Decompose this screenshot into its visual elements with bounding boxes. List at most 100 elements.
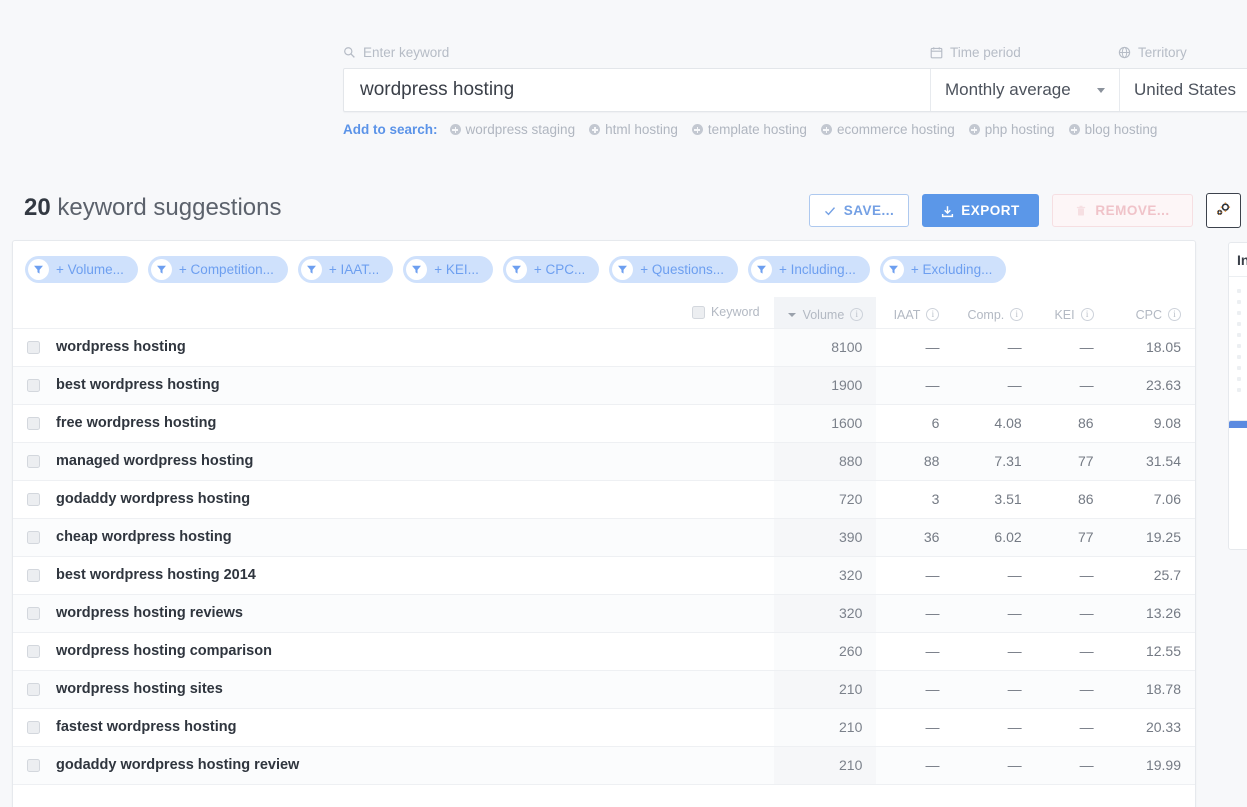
info-icon[interactable]: i [1168,308,1181,321]
placeholder-line [1237,377,1241,381]
filter-chip-iaat[interactable]: + IAAT... [297,256,394,283]
table-row[interactable]: cheap wordpress hosting 390 36 6.02 77 1… [13,518,1195,557]
table-row[interactable]: free wordpress hosting 1600 6 4.08 86 9.… [13,404,1195,443]
column-header-cpc[interactable]: CPC i [1107,297,1195,329]
filter-chip-cpc[interactable]: + CPC... [502,256,600,283]
cell-cpc: 18.05 [1107,328,1195,367]
column-header-cpc-label: CPC [1135,307,1162,322]
column-header-kei[interactable]: KEI i [1035,297,1108,329]
results-label: keyword suggestions [57,194,282,221]
select-all-checkbox[interactable] [691,305,705,319]
table-row[interactable]: fastest wordpress hosting 210 — — — 20.3… [13,708,1195,747]
filter-chip-volume[interactable]: + Volume... [25,256,138,283]
table-row[interactable]: godaddy wordpress hosting 720 3 3.51 86 … [13,480,1195,519]
cell-comp: 6.02 [953,518,1036,557]
remove-button[interactable]: REMOVE... [1052,194,1193,227]
add-suggestion-1[interactable]: html hosting [589,122,678,137]
table-row[interactable]: wordpress hosting 8100 — — — 18.05 [13,328,1195,367]
placeholder-line [1237,388,1241,392]
search-input[interactable] [344,69,930,111]
search-icon [343,46,356,59]
cell-comp: — [953,632,1036,671]
column-header-kei-label: KEI [1054,307,1075,322]
table-row[interactable]: best wordpress hosting 2014 320 — — — 25… [13,556,1195,595]
row-checkbox[interactable] [27,454,40,468]
add-to-search-label: Add to search: [343,122,438,137]
add-suggestion-2[interactable]: template hosting [691,122,807,137]
keyword-text: cheap wordpress hosting [56,529,232,545]
keyword-text: best wordpress hosting [56,377,220,393]
keyword-text: managed wordpress hosting [56,453,254,469]
row-checkbox[interactable] [27,530,40,544]
keyword-text: godaddy wordpress hosting review [56,757,300,773]
filter-funnel-icon [406,259,428,280]
cell-cpc: 20.33 [1107,708,1195,747]
row-checkbox[interactable] [27,606,40,620]
placeholder-line [1237,289,1241,293]
add-suggestion-5[interactable]: blog hosting [1068,122,1157,137]
row-checkbox[interactable] [27,720,40,734]
cell-volume: 390 [773,518,877,557]
territory-field-label-text: Territory [1138,45,1187,60]
add-suggestion-0[interactable]: wordpress staging [449,122,576,137]
side-panel-card[interactable]: In [1228,242,1247,427]
cell-volume: 210 [773,746,877,785]
cell-volume: 1900 [773,366,877,405]
add-suggestion-4[interactable]: php hosting [968,122,1055,137]
column-header-keyword[interactable]: Keyword [13,297,774,329]
time-period-select[interactable]: Monthly average [931,69,1119,111]
column-header-iaat-label: IAAT [893,307,921,322]
table-row[interactable]: best wordpress hosting 1900 — — — 23.63 [13,366,1195,405]
filter-chip-excluding[interactable]: + Excluding... [879,256,1007,283]
row-checkbox[interactable] [27,568,40,582]
cell-kei: — [1035,594,1108,633]
column-header-volume[interactable]: Volume i [773,297,877,329]
row-checkbox[interactable] [27,492,40,506]
column-header-iaat[interactable]: IAAT i [876,297,954,329]
time-period-value: Monthly average [945,80,1071,99]
info-icon[interactable]: i [926,308,940,321]
save-button[interactable]: SAVE... [809,194,909,227]
cell-volume: 1600 [773,404,877,443]
filter-chip-label: + Questions... [640,262,724,277]
time-period-field-label-text: Time period [950,45,1021,60]
table-row[interactable]: wordpress hosting sites 210 — — — 18.78 [13,670,1195,709]
row-checkbox[interactable] [27,340,40,354]
side-panel-title: In [1229,243,1247,277]
table-row[interactable]: managed wordpress hosting 880 88 7.31 77… [13,442,1195,481]
row-checkbox[interactable] [27,416,40,430]
cell-cpc: 25.7 [1107,556,1195,595]
cell-kei: — [1035,708,1108,747]
info-icon[interactable]: i [1010,308,1024,321]
side-panel-secondary[interactable] [1228,420,1247,550]
export-button[interactable]: EXPORT [922,194,1039,227]
cell-iaat: — [876,632,954,671]
filter-chip-competition[interactable]: + Competition... [147,256,288,283]
territory-select[interactable]: United States [1120,69,1247,111]
table-row[interactable]: godaddy wordpress hosting review 210 — —… [13,746,1195,785]
info-icon[interactable]: i [1080,308,1094,321]
row-checkbox[interactable] [27,682,40,696]
row-checkbox[interactable] [27,758,40,772]
filter-chip-kei[interactable]: + KEI... [403,256,493,283]
table-row[interactable]: wordpress hosting reviews 320 — — — 13.2… [13,594,1195,633]
filter-chip-including[interactable]: + Including... [747,256,870,283]
table-row[interactable]: wordpress hosting comparison 260 — — — 1… [13,632,1195,671]
add-suggestion-label: wordpress staging [465,122,576,137]
check-icon [824,205,836,217]
keyword-text: fastest wordpress hosting [56,719,237,735]
gear-icon [1214,200,1233,222]
add-suggestion-3[interactable]: ecommerce hosting [820,122,955,137]
column-header-comp[interactable]: Comp. i [953,297,1036,329]
cell-volume: 720 [773,480,877,519]
filter-chip-questions[interactable]: + Questions... [609,256,738,283]
table-header: Keyword Volume i IAAT i Comp. i KEI i CP… [13,297,1195,329]
info-icon[interactable]: i [850,308,864,321]
row-checkbox[interactable] [27,378,40,392]
row-checkbox[interactable] [27,644,40,658]
cell-comp: — [953,670,1036,709]
settings-button[interactable] [1206,193,1241,228]
chevron-down-icon [1097,87,1105,93]
cell-kei: 77 [1035,518,1108,557]
filter-funnel-icon [28,259,49,280]
